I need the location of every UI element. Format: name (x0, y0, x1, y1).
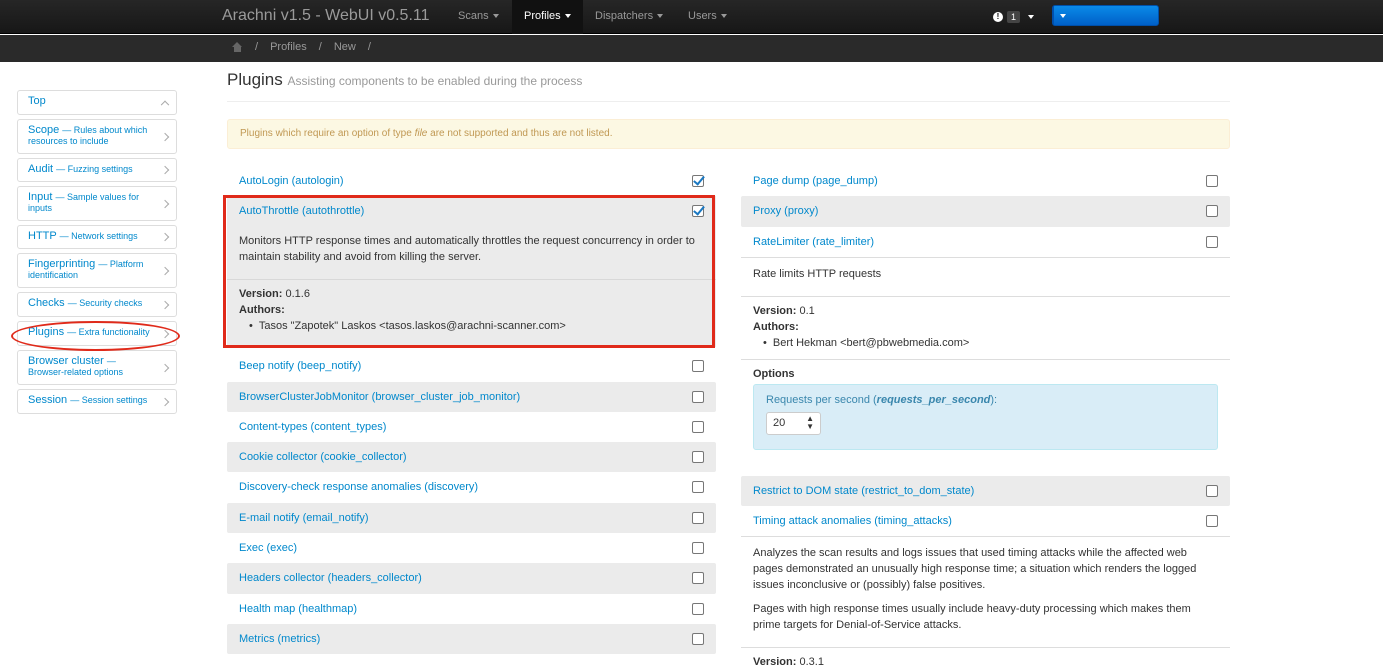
chevron-right-icon (160, 132, 170, 141)
sidebar-item-top[interactable]: Top (17, 90, 177, 115)
plugin-row-browser-cluster-job-monitor: BrowserClusterJobMonitor (browser_cluste… (227, 381, 716, 412)
author-item: Bert Hekman <bert@pbwebmedia.com> (763, 335, 1218, 351)
sidebar-item-http[interactable]: HTTP — Network settings (17, 225, 177, 249)
section-sidebar: Top Scope — Rules about which resources … (17, 90, 177, 418)
chevron-right-icon (160, 266, 170, 275)
sidebar-item-browser-cluster[interactable]: Browser cluster — Browser-related option… (17, 350, 177, 385)
home-icon[interactable] (232, 42, 243, 52)
plugin-row-exec: Exec (exec) (227, 533, 716, 563)
breadcrumb-bar: / Profiles / New / (0, 35, 1383, 62)
page-title: Plugins Assisting components to be enabl… (227, 70, 1230, 102)
plugin-checkbox[interactable] (692, 511, 704, 524)
highlight-box (223, 195, 715, 348)
user-menu-button[interactable]: Administrator (1052, 5, 1360, 87)
top-navbar: Arachni v1.5 - WebUI v0.5.11 Scans Profi… (0, 0, 1383, 87)
plugin-row-proxy: Proxy (proxy) (741, 196, 1230, 227)
sidebar-item-scope[interactable]: Scope — Rules about which resources to i… (17, 119, 177, 154)
plugin-checkbox[interactable] (1206, 484, 1218, 497)
option-label: Requests per second (requests_per_second… (766, 393, 998, 406)
caret-down-icon (1059, 13, 1066, 18)
plugin-name-autologin[interactable]: AutoLogin (autologin) (239, 175, 344, 187)
plugins-right-column: Page dump (page_dump) Proxy (proxy) Rate… (741, 166, 1230, 670)
nav-users[interactable]: Users (676, 0, 739, 34)
page-subtitle: Assisting components to be enabled durin… (287, 74, 583, 88)
chevron-right-icon (160, 397, 170, 406)
plugin-checkbox[interactable] (692, 602, 704, 615)
sidebar-item-checks[interactable]: Checks — Security checks (17, 292, 177, 317)
plugin-checkbox-autologin[interactable] (692, 175, 704, 187)
chevron-right-icon (160, 300, 170, 309)
breadcrumb-profiles[interactable]: Profiles (270, 41, 307, 53)
plugin-checkbox[interactable] (1206, 235, 1218, 248)
plugin-checkbox[interactable] (1206, 515, 1218, 528)
plugin-description: Analyzes the scan results and logs issue… (753, 547, 1197, 592)
plugin-checkbox[interactable] (692, 632, 704, 645)
plugin-row-timing-attacks: Timing attack anomalies (timing_attacks) (741, 506, 1230, 536)
plugin-row-beep-notify: Beep notify (beep_notify) (227, 351, 716, 381)
plugin-row-metrics: Metrics (metrics) (227, 623, 716, 655)
notification-count: 1 (1007, 11, 1021, 23)
user-icon (1290, 77, 1297, 86)
breadcrumb: / Profiles / New / (232, 41, 371, 53)
plugin-row-cookie-collector: Cookie collector (cookie_collector) (227, 442, 716, 473)
plugin-checkbox[interactable] (692, 542, 704, 555)
brand[interactable]: Arachni v1.5 - WebUI v0.5.11 (222, 7, 430, 25)
plugin-row-rate-limiter: RateLimiter (rate_limiter) (741, 227, 1230, 257)
plugin-checkbox[interactable] (692, 390, 704, 403)
sidebar-item-audit[interactable]: Audit — Fuzzing settings (17, 158, 177, 182)
options-panel: Requests per second (requests_per_second… (753, 383, 1218, 450)
highlight-circle (11, 321, 180, 351)
plugin-row-autologin: AutoLogin (autologin) (227, 166, 716, 196)
plugin-checkbox[interactable] (1206, 205, 1218, 218)
chevron-up-icon (160, 100, 170, 109)
notifications[interactable]: ! 1 (993, 7, 1035, 27)
sidebar-item-session[interactable]: Session — Session settings (17, 389, 177, 414)
requests-per-second-input[interactable]: 20 ▲ ▼ (766, 411, 821, 435)
chevron-right-icon (160, 165, 170, 175)
unsupported-plugins-notice: Plugins which require an option of type … (227, 119, 1230, 149)
plugin-checkbox[interactable] (692, 451, 704, 464)
spinner-arrows-icon[interactable]: ▲ ▼ (806, 414, 814, 431)
plugin-row-page-dump: Page dump (page_dump) (741, 166, 1230, 196)
plugin-checkbox[interactable] (692, 572, 704, 585)
plugin-row-discovery: Discovery-check response anomalies (disc… (227, 472, 716, 502)
plugin-checkbox[interactable] (692, 360, 704, 373)
chevron-right-icon (160, 199, 170, 208)
plugin-checkbox[interactable] (1206, 175, 1218, 187)
nav-dispatchers[interactable]: Dispatchers (583, 0, 675, 34)
caret-down-icon (657, 14, 664, 19)
nav-profiles[interactable]: Profiles (512, 0, 583, 34)
main-content: Plugins Assisting components to be enabl… (227, 70, 1230, 149)
plugin-description-extra: Pages with high response times usually i… (753, 603, 1191, 632)
caret-down-icon (564, 14, 571, 19)
plugin-checkbox[interactable] (692, 420, 704, 433)
plugin-row-headers-collector: Headers collector (headers_collector) (227, 563, 716, 594)
sidebar-item-fingerprinting[interactable]: Fingerprinting — Platform identification (17, 253, 177, 288)
caret-down-icon (1028, 15, 1035, 19)
plugin-row-healthmap: Health map (healthmap) (227, 594, 716, 624)
breadcrumb-new: New (333, 41, 356, 53)
plugin-meta: Version: 0.1 Authors: Bert Hekman <bert@… (741, 303, 1230, 351)
plugin-checkbox[interactable] (692, 481, 704, 494)
user-label: Administrator (1301, 76, 1360, 87)
plugin-row-restrict-to-dom-state: Restrict to DOM state (restrict_to_dom_s… (741, 475, 1230, 507)
plugin-meta: Version: 0.3.1 (753, 656, 824, 669)
caret-down-icon (720, 14, 727, 19)
nav-scans[interactable]: Scans (446, 0, 511, 34)
user-menu-dropdown-toggle[interactable] (1053, 6, 1071, 25)
exclamation-icon: ! (993, 12, 1003, 22)
options-heading: Options (753, 367, 795, 380)
chevron-right-icon (160, 232, 170, 242)
plugin-row-content-types: Content-types (content_types) (227, 412, 716, 442)
plugin-description: Rate limits HTTP requests (753, 267, 882, 280)
sidebar-item-input[interactable]: Input — Sample values for inputs (17, 186, 177, 221)
caret-down-icon (492, 14, 499, 19)
plugin-row-email-notify: E-mail notify (email_notify) (227, 502, 716, 534)
chevron-right-icon (160, 363, 170, 372)
